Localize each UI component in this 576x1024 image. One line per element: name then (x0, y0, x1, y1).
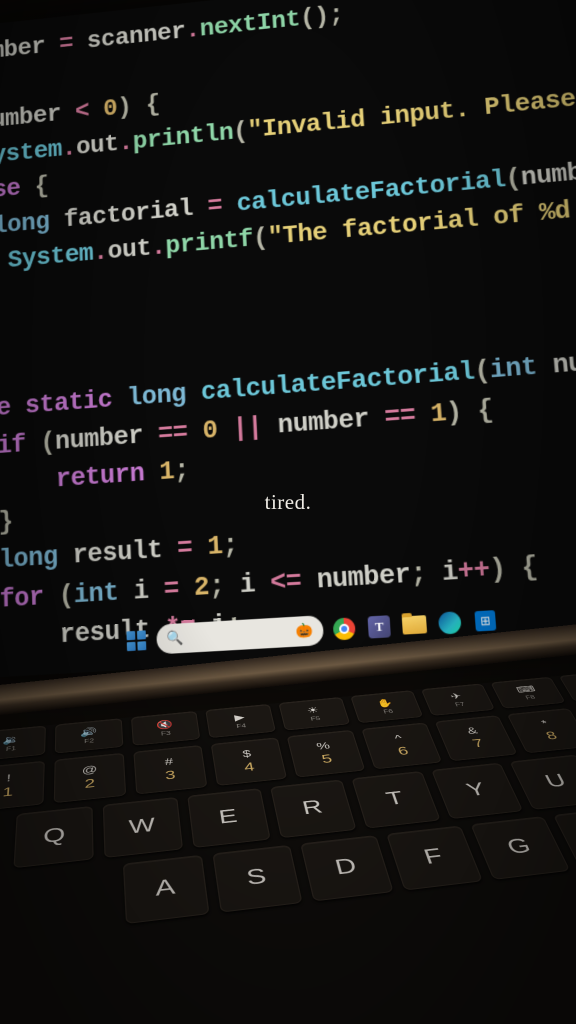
key-f7[interactable]: ✈F7 (421, 683, 495, 715)
edge-icon (438, 611, 462, 634)
teams-icon: T (368, 615, 391, 638)
key-7[interactable]: &7 (435, 715, 518, 761)
caption-overlay: tired. (265, 490, 312, 515)
key-3[interactable]: #3 (133, 745, 207, 794)
search-icon: 🔍 (166, 630, 184, 648)
laptop-screen: number = scanner.nextInt(); (number < 0)… (0, 0, 576, 679)
key-w[interactable]: W (103, 797, 183, 858)
key-f8[interactable]: ⌨F8 (490, 677, 565, 709)
start-menu-button[interactable] (122, 626, 150, 655)
key-4[interactable]: $4 (211, 737, 287, 786)
key-q[interactable]: Q (13, 806, 93, 868)
chrome-icon (333, 617, 356, 640)
key-8[interactable]: *8 (507, 708, 576, 753)
key-2[interactable]: @2 (54, 753, 126, 803)
key-t[interactable]: T (351, 771, 440, 829)
key-1[interactable]: !1 (0, 761, 45, 812)
key-d[interactable]: D (300, 835, 394, 901)
key-f[interactable]: F (386, 825, 483, 890)
store-app[interactable]: ⊞ (470, 606, 501, 636)
store-icon: ⊞ (474, 610, 496, 631)
edge-app[interactable] (435, 608, 465, 638)
key-y[interactable]: Y (431, 763, 523, 819)
key-e[interactable]: E (187, 788, 270, 848)
laptop-photo-scene: number = scanner.nextInt(); (number < 0)… (0, 0, 576, 1024)
chrome-app[interactable] (329, 614, 359, 644)
key-6[interactable]: ^6 (361, 722, 442, 769)
key-s[interactable]: S (212, 845, 302, 913)
code-editor-content: number = scanner.nextInt(); (number < 0)… (0, 0, 576, 661)
key-f2[interactable]: 🔊F2 (55, 718, 124, 753)
explorer-app[interactable] (399, 610, 429, 640)
search-seasonal-icon: 🎃 (296, 622, 314, 640)
key-g[interactable]: G (470, 816, 570, 880)
key-f6[interactable]: ✋F6 (350, 690, 423, 723)
key-f1[interactable]: 🔉F1 (0, 725, 46, 761)
laptop-keyboard: 🔉F1 🔊F2 🔇F3 ▶F4 ☀F5 ✋F6 ✈F7 ⌨F8 🔒F9 !1 @… (0, 667, 576, 1024)
windows-icon (126, 630, 146, 651)
key-f5[interactable]: ☀F5 (278, 697, 350, 731)
key-f3[interactable]: 🔇F3 (131, 711, 200, 746)
teams-app[interactable]: T (364, 612, 394, 642)
key-5[interactable]: %5 (287, 730, 366, 778)
key-u[interactable]: U (509, 754, 576, 809)
key-f4[interactable]: ▶F4 (205, 704, 276, 738)
taskbar-search[interactable]: 🔍 🎃 (156, 615, 324, 654)
folder-icon (402, 615, 427, 635)
key-r[interactable]: R (270, 779, 357, 838)
key-a[interactable]: A (123, 855, 210, 924)
